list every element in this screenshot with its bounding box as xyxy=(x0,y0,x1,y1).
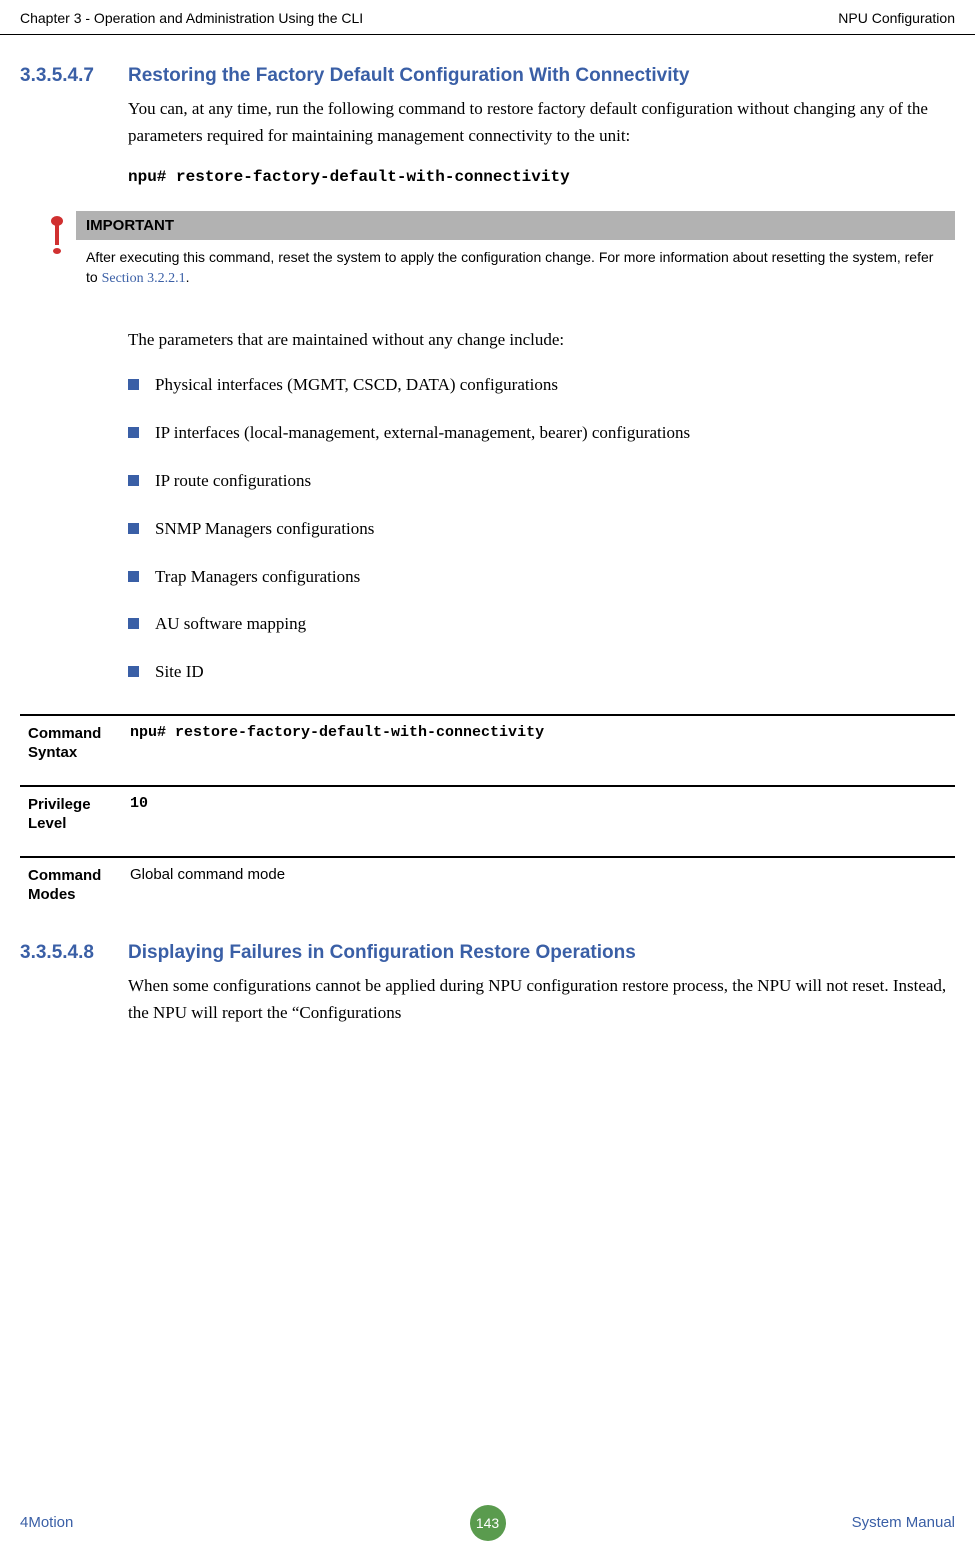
bullet-list: Physical interfaces (MGMT, CSCD, DATA) c… xyxy=(128,373,955,684)
important-content: IMPORTANT After executing this command, … xyxy=(76,211,955,296)
bullet-icon xyxy=(128,618,139,629)
table-row: Command Modes Global command mode xyxy=(20,856,955,927)
page-number-badge: 143 xyxy=(470,1505,506,1541)
body-paragraph: When some configurations cannot be appli… xyxy=(128,972,955,1026)
header-right: NPU Configuration xyxy=(838,10,955,26)
bullet-icon xyxy=(128,475,139,486)
bullet-icon xyxy=(128,427,139,438)
important-callout: IMPORTANT After executing this command, … xyxy=(50,211,955,296)
bullet-text: Trap Managers configurations xyxy=(155,565,360,589)
list-item: Physical interfaces (MGMT, CSCD, DATA) c… xyxy=(128,373,955,397)
bullet-text: AU software mapping xyxy=(155,612,306,636)
list-item: AU software mapping xyxy=(128,612,955,636)
row-label: Privilege Level xyxy=(20,795,120,834)
page-footer: 4Motion 143 System Manual xyxy=(0,1514,975,1531)
list-item: SNMP Managers configurations xyxy=(128,517,955,541)
section-number: 3.3.5.4.7 xyxy=(20,65,128,87)
bullet-text: Physical interfaces (MGMT, CSCD, DATA) c… xyxy=(155,373,558,397)
section-number: 3.3.5.4.8 xyxy=(20,942,128,964)
section-link[interactable]: Section 3.2.2.1 xyxy=(102,271,186,286)
bullet-icon xyxy=(128,666,139,677)
page-number: 143 xyxy=(470,1505,506,1541)
bullet-text: SNMP Managers configurations xyxy=(155,517,374,541)
body-paragraph: The parameters that are maintained witho… xyxy=(128,326,955,353)
bullet-text: IP interfaces (local-management, externa… xyxy=(155,421,690,445)
row-value: npu# restore-factory-default-with-connec… xyxy=(120,724,544,763)
list-item: IP route configurations xyxy=(128,469,955,493)
row-label: Command Modes xyxy=(20,866,120,905)
section-2: 3.3.5.4.8 Displaying Failures in Configu… xyxy=(20,942,955,1026)
footer-left: 4Motion xyxy=(20,1514,73,1531)
section-heading: 3.3.5.4.7 Restoring the Factory Default … xyxy=(20,65,955,87)
important-text-a: After executing this command, reset the … xyxy=(86,249,933,285)
table-row: Command Syntax npu# restore-factory-defa… xyxy=(20,714,955,785)
bullet-text: Site ID xyxy=(155,660,204,684)
list-item: IP interfaces (local-management, externa… xyxy=(128,421,955,445)
table-row: Privilege Level 10 xyxy=(20,785,955,856)
bullet-icon xyxy=(128,523,139,534)
bullet-icon xyxy=(128,571,139,582)
body-paragraph: You can, at any time, run the following … xyxy=(128,95,955,149)
command-info-table: Command Syntax npu# restore-factory-defa… xyxy=(20,714,955,927)
bullet-text: IP route configurations xyxy=(155,469,311,493)
list-item: Site ID xyxy=(128,660,955,684)
important-icon xyxy=(50,215,64,257)
command-text: npu# restore-factory-default-with-connec… xyxy=(128,165,955,191)
row-label: Command Syntax xyxy=(20,724,120,763)
page-header: Chapter 3 - Operation and Administration… xyxy=(0,0,975,35)
section-title: Displaying Failures in Configuration Res… xyxy=(128,942,636,964)
header-left: Chapter 3 - Operation and Administration… xyxy=(20,10,363,26)
footer-right: System Manual xyxy=(852,1514,955,1531)
bullet-icon xyxy=(128,379,139,390)
section-title: Restoring the Factory Default Configurat… xyxy=(128,65,689,87)
important-label: IMPORTANT xyxy=(76,211,955,240)
row-value: Global command mode xyxy=(120,866,285,905)
row-value: 10 xyxy=(120,795,148,834)
list-item: Trap Managers configurations xyxy=(128,565,955,589)
section-heading: 3.3.5.4.8 Displaying Failures in Configu… xyxy=(20,942,955,964)
page-content: 3.3.5.4.7 Restoring the Factory Default … xyxy=(0,35,975,1026)
important-text-b: . xyxy=(186,269,190,285)
important-body: After executing this command, reset the … xyxy=(76,240,955,296)
